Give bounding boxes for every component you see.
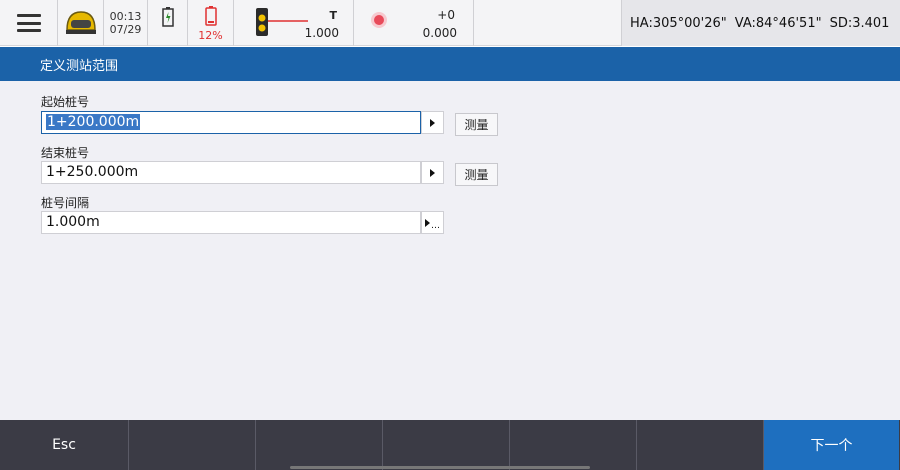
prism-target-icon (256, 8, 308, 36)
interval-label: 桩号间隔 (41, 196, 90, 210)
arrow-right-icon (425, 218, 430, 227)
interval-input[interactable]: 1.000m (41, 211, 421, 234)
start-station-label: 起始桩号 (41, 95, 90, 109)
start-station-arrow-button[interactable] (421, 111, 444, 134)
laser-status[interactable]: +0 0.000 (354, 0, 474, 46)
softkey-6[interactable] (637, 420, 764, 470)
laser-icon (374, 15, 384, 25)
softkey-4[interactable] (383, 420, 510, 470)
next-button[interactable]: 下一个 (764, 420, 899, 470)
sd-value: SD:3.401 (829, 15, 890, 31)
laser-offset: +0 (437, 8, 455, 22)
title-bar: 定义测站范围 (0, 47, 900, 81)
date-time[interactable]: 00:13 07/29 (104, 0, 148, 46)
start-measure-button[interactable]: 测量 (455, 113, 498, 136)
interval-more-button[interactable]: … (421, 211, 444, 234)
battery-icon (161, 7, 174, 27)
angle-readout[interactable]: HA:305°00'26" VA:84°46'51" SD:3.401 (622, 0, 900, 46)
end-station-label: 结束桩号 (41, 146, 90, 160)
bottom-handle (290, 466, 590, 469)
date-text: 07/29 (109, 23, 142, 36)
softkey-5[interactable] (510, 420, 637, 470)
battery-low-icon (204, 6, 217, 26)
page-title: 定义测站范围 (40, 58, 119, 74)
arrow-right-icon (430, 168, 435, 177)
battery-percent: 12% (198, 29, 223, 42)
arrow-right-icon (430, 118, 435, 127)
menu-button[interactable] (0, 0, 58, 46)
more-icon: … (431, 220, 440, 231)
end-measure-button[interactable]: 测量 (455, 163, 498, 186)
start-station-input[interactable]: 1+200.000m (41, 111, 421, 134)
softkey-2[interactable] (129, 420, 256, 470)
va-value: VA:84°46'51" (734, 15, 822, 31)
bottom-bar: Esc 下一个 (0, 420, 900, 470)
target-type: T (329, 9, 337, 22)
time-text: 00:13 (109, 10, 142, 23)
controller-battery[interactable] (148, 0, 188, 46)
ha-value: HA:305°00'26" (630, 15, 727, 31)
instrument-battery[interactable]: 12% (188, 0, 234, 46)
end-station-input[interactable]: 1+250.000m (41, 161, 421, 184)
form-area: 起始桩号 1+200.000m 测量 结束桩号 1+250.000m 测量 桩号… (0, 81, 900, 420)
instrument-button[interactable] (58, 0, 104, 46)
instrument-icon (65, 11, 96, 34)
softkey-3[interactable] (256, 420, 383, 470)
end-station-arrow-button[interactable] (421, 161, 444, 184)
status-empty-slot (474, 0, 622, 46)
start-station-value: 1+200.000m (46, 114, 141, 130)
esc-button[interactable]: Esc (0, 420, 129, 470)
laser-value: 0.000 (422, 26, 457, 40)
menu-icon (16, 14, 41, 32)
target-status[interactable]: T 1.000 (234, 0, 354, 46)
status-bar: 00:13 07/29 12% T 1.000 +0 0.000 HA:305°… (0, 0, 900, 46)
target-height: 1.000 (304, 26, 339, 40)
